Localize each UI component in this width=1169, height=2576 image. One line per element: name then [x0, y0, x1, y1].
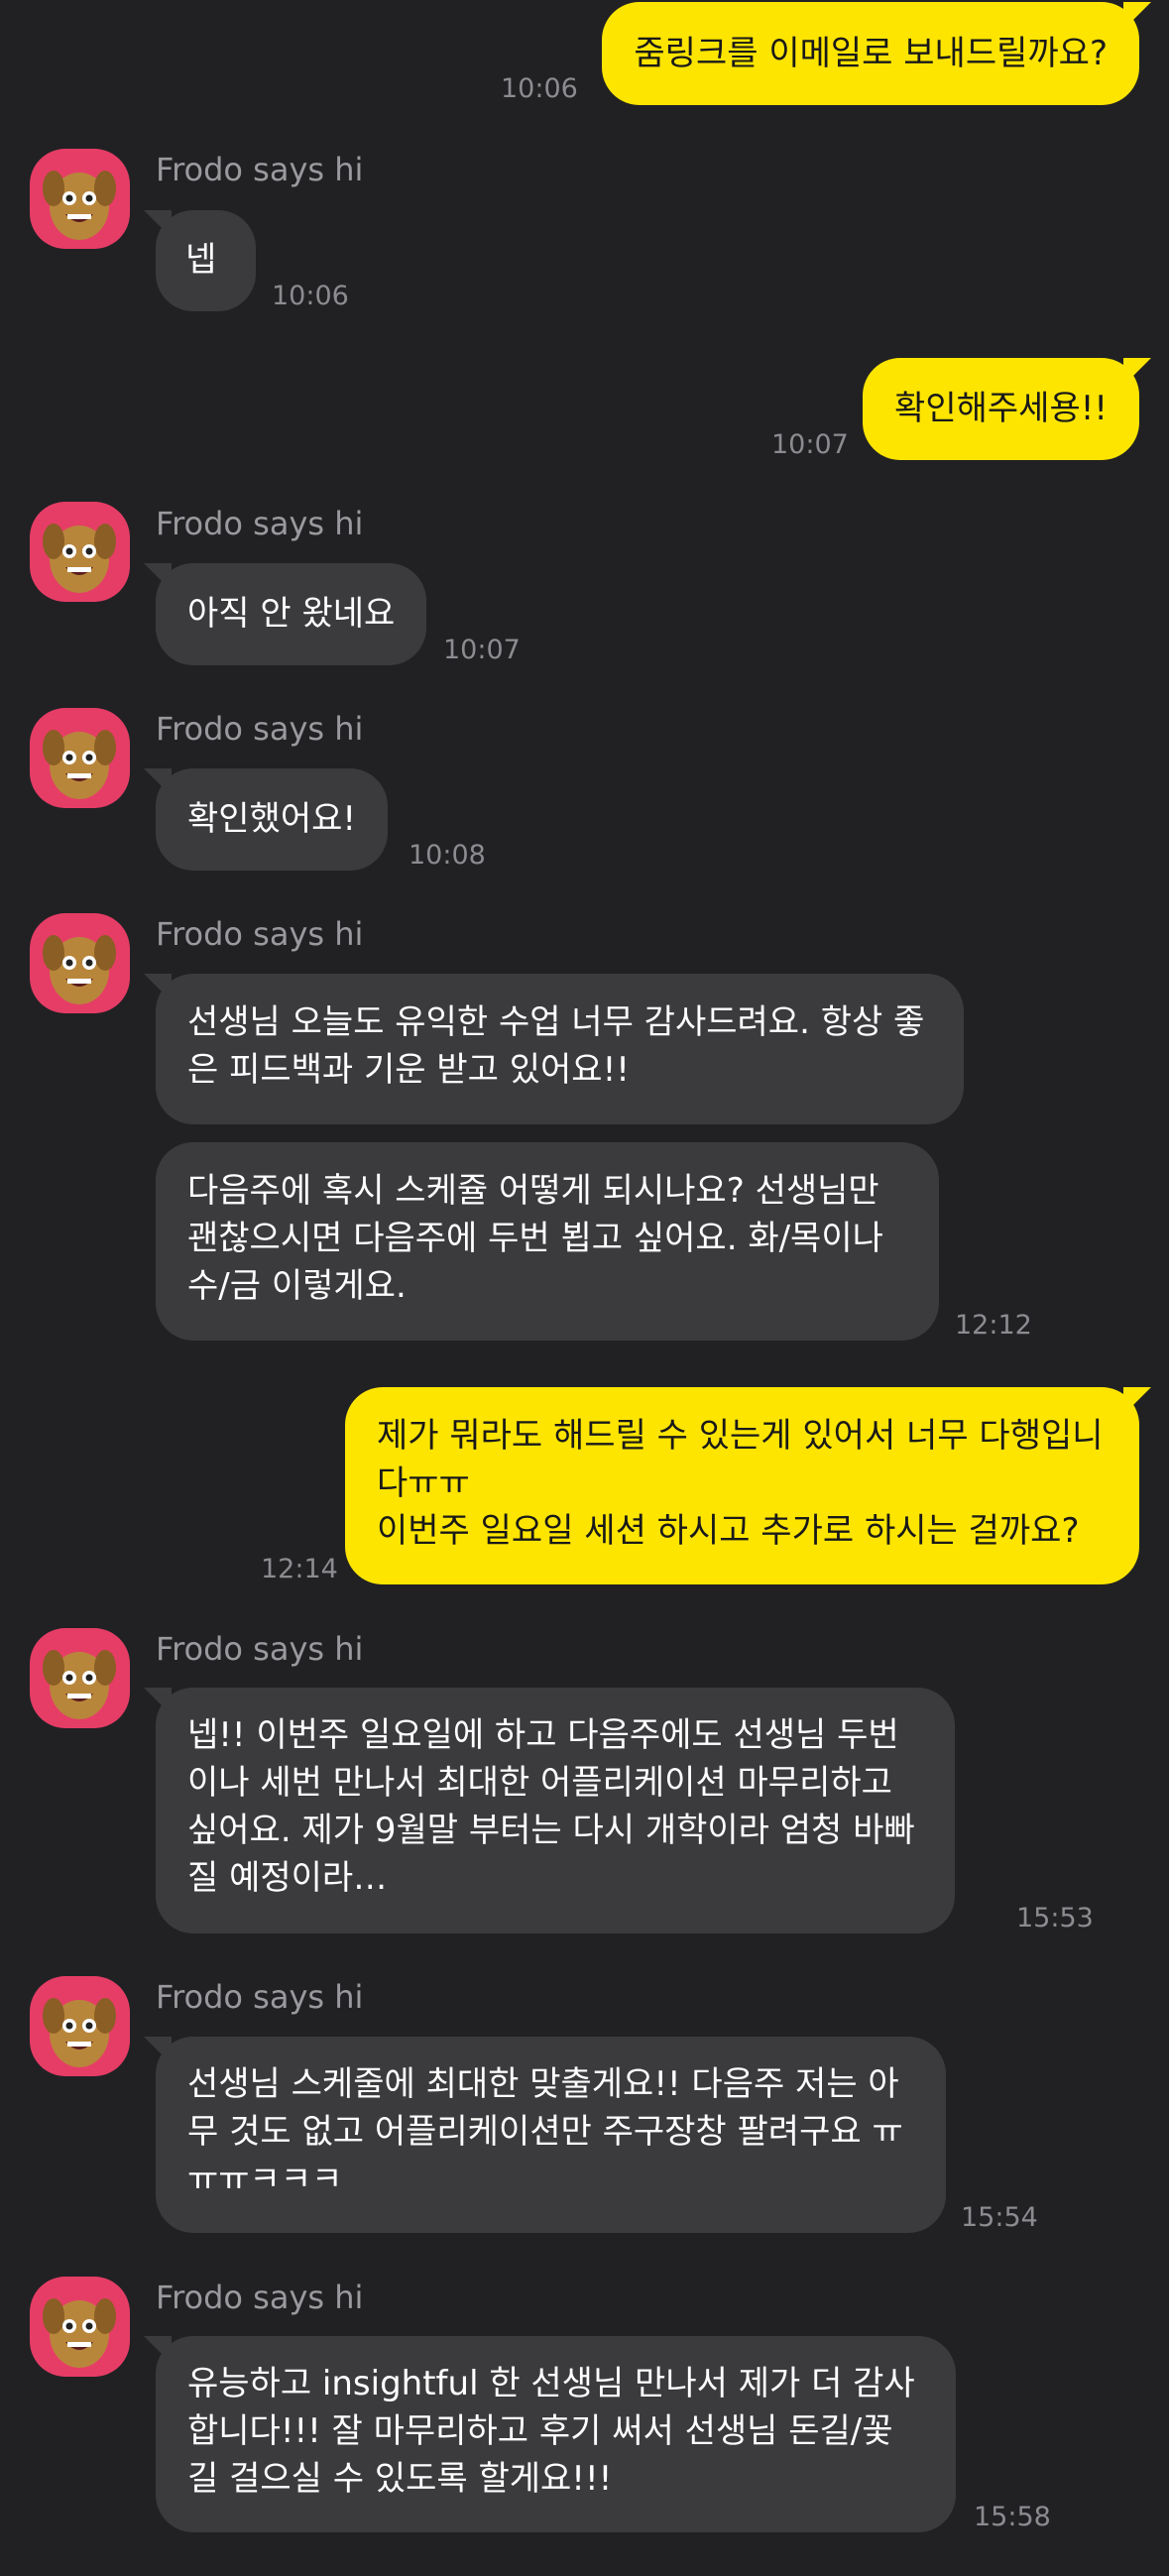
frodo-character-icon	[43, 935, 116, 1004]
message-bubble-received[interactable]: 선생님 오늘도 유익한 수업 너무 감사드려요. 항상 좋 은 피드백과 기운 …	[144, 974, 964, 1124]
message-bubble-sent[interactable]: 확인해주세용!!	[863, 358, 1151, 460]
contact-avatar[interactable]	[30, 2277, 130, 2377]
message-bubble-received[interactable]: 유능하고 insightful 한 선생님 만나서 제가 더 감사 합니다!!!…	[144, 2336, 956, 2532]
message-bubble-received[interactable]: 아직 안 왔네요	[143, 563, 427, 665]
sender-name: Frodo says hi	[156, 151, 364, 188]
message-bubble-received[interactable]: 선생님 스케줄에 최대한 맞출게요!! 다음주 저는 아 무 것도 없고 어플리…	[144, 2037, 946, 2233]
message-time: 12:14	[261, 1554, 338, 1584]
sender-name: Frodo says hi	[156, 1978, 364, 2016]
frodo-character-icon	[43, 1650, 116, 1719]
message-bubble-received[interactable]: 넵!! 이번주 일요일에 하고 다음주에도 선생님 두번 이나 세번 만나서 최…	[144, 1688, 955, 1933]
sender-name: Frodo says hi	[156, 2279, 364, 2316]
message-time: 10:06	[272, 281, 349, 311]
contact-avatar[interactable]	[30, 1628, 130, 1728]
message-time: 10:08	[409, 840, 486, 871]
contact-avatar[interactable]	[30, 913, 130, 1013]
message-time: 10:07	[771, 429, 849, 460]
frodo-character-icon	[43, 2298, 116, 2368]
message-time: 15:58	[974, 2502, 1051, 2532]
frodo-character-icon	[43, 730, 116, 799]
message-bubble-received[interactable]: 넵	[144, 210, 256, 311]
sender-name: Frodo says hi	[156, 1630, 364, 1668]
message-bubble-sent[interactable]: 제가 뭐라도 해드릴 수 있는게 있어서 너무 다행입니 다ㅠㅠ 이번주 일요일…	[345, 1387, 1151, 1584]
contact-avatar[interactable]	[30, 149, 130, 249]
frodo-character-icon	[43, 524, 116, 593]
contact-avatar[interactable]	[30, 708, 130, 808]
message-time: 12:12	[955, 1310, 1032, 1341]
contact-avatar[interactable]	[30, 1976, 130, 2076]
frodo-character-icon	[43, 171, 116, 240]
sender-name: Frodo says hi	[156, 505, 364, 542]
sender-name: Frodo says hi	[156, 915, 364, 953]
message-bubble-received[interactable]: 다음주에 혹시 스케쥴 어떻게 되시나요? 선생님만 괜찮으시면 다음주에 두번…	[156, 1142, 939, 1341]
message-time: 10:06	[501, 73, 578, 104]
chat-log[interactable]: 줌링크를 이메일로 보내드릴까요? 10:06 Frodo says hi 넵 …	[0, 0, 1169, 2576]
message-time: 10:07	[443, 635, 521, 665]
message-bubble-sent[interactable]: 줌링크를 이메일로 보내드릴까요?	[602, 2, 1151, 105]
contact-avatar[interactable]	[30, 502, 130, 602]
frodo-character-icon	[43, 1998, 116, 2067]
message-time: 15:53	[1016, 1903, 1094, 1933]
message-bubble-received[interactable]: 확인했어요!	[143, 768, 389, 871]
message-time: 15:54	[961, 2202, 1038, 2233]
sender-name: Frodo says hi	[156, 710, 364, 748]
